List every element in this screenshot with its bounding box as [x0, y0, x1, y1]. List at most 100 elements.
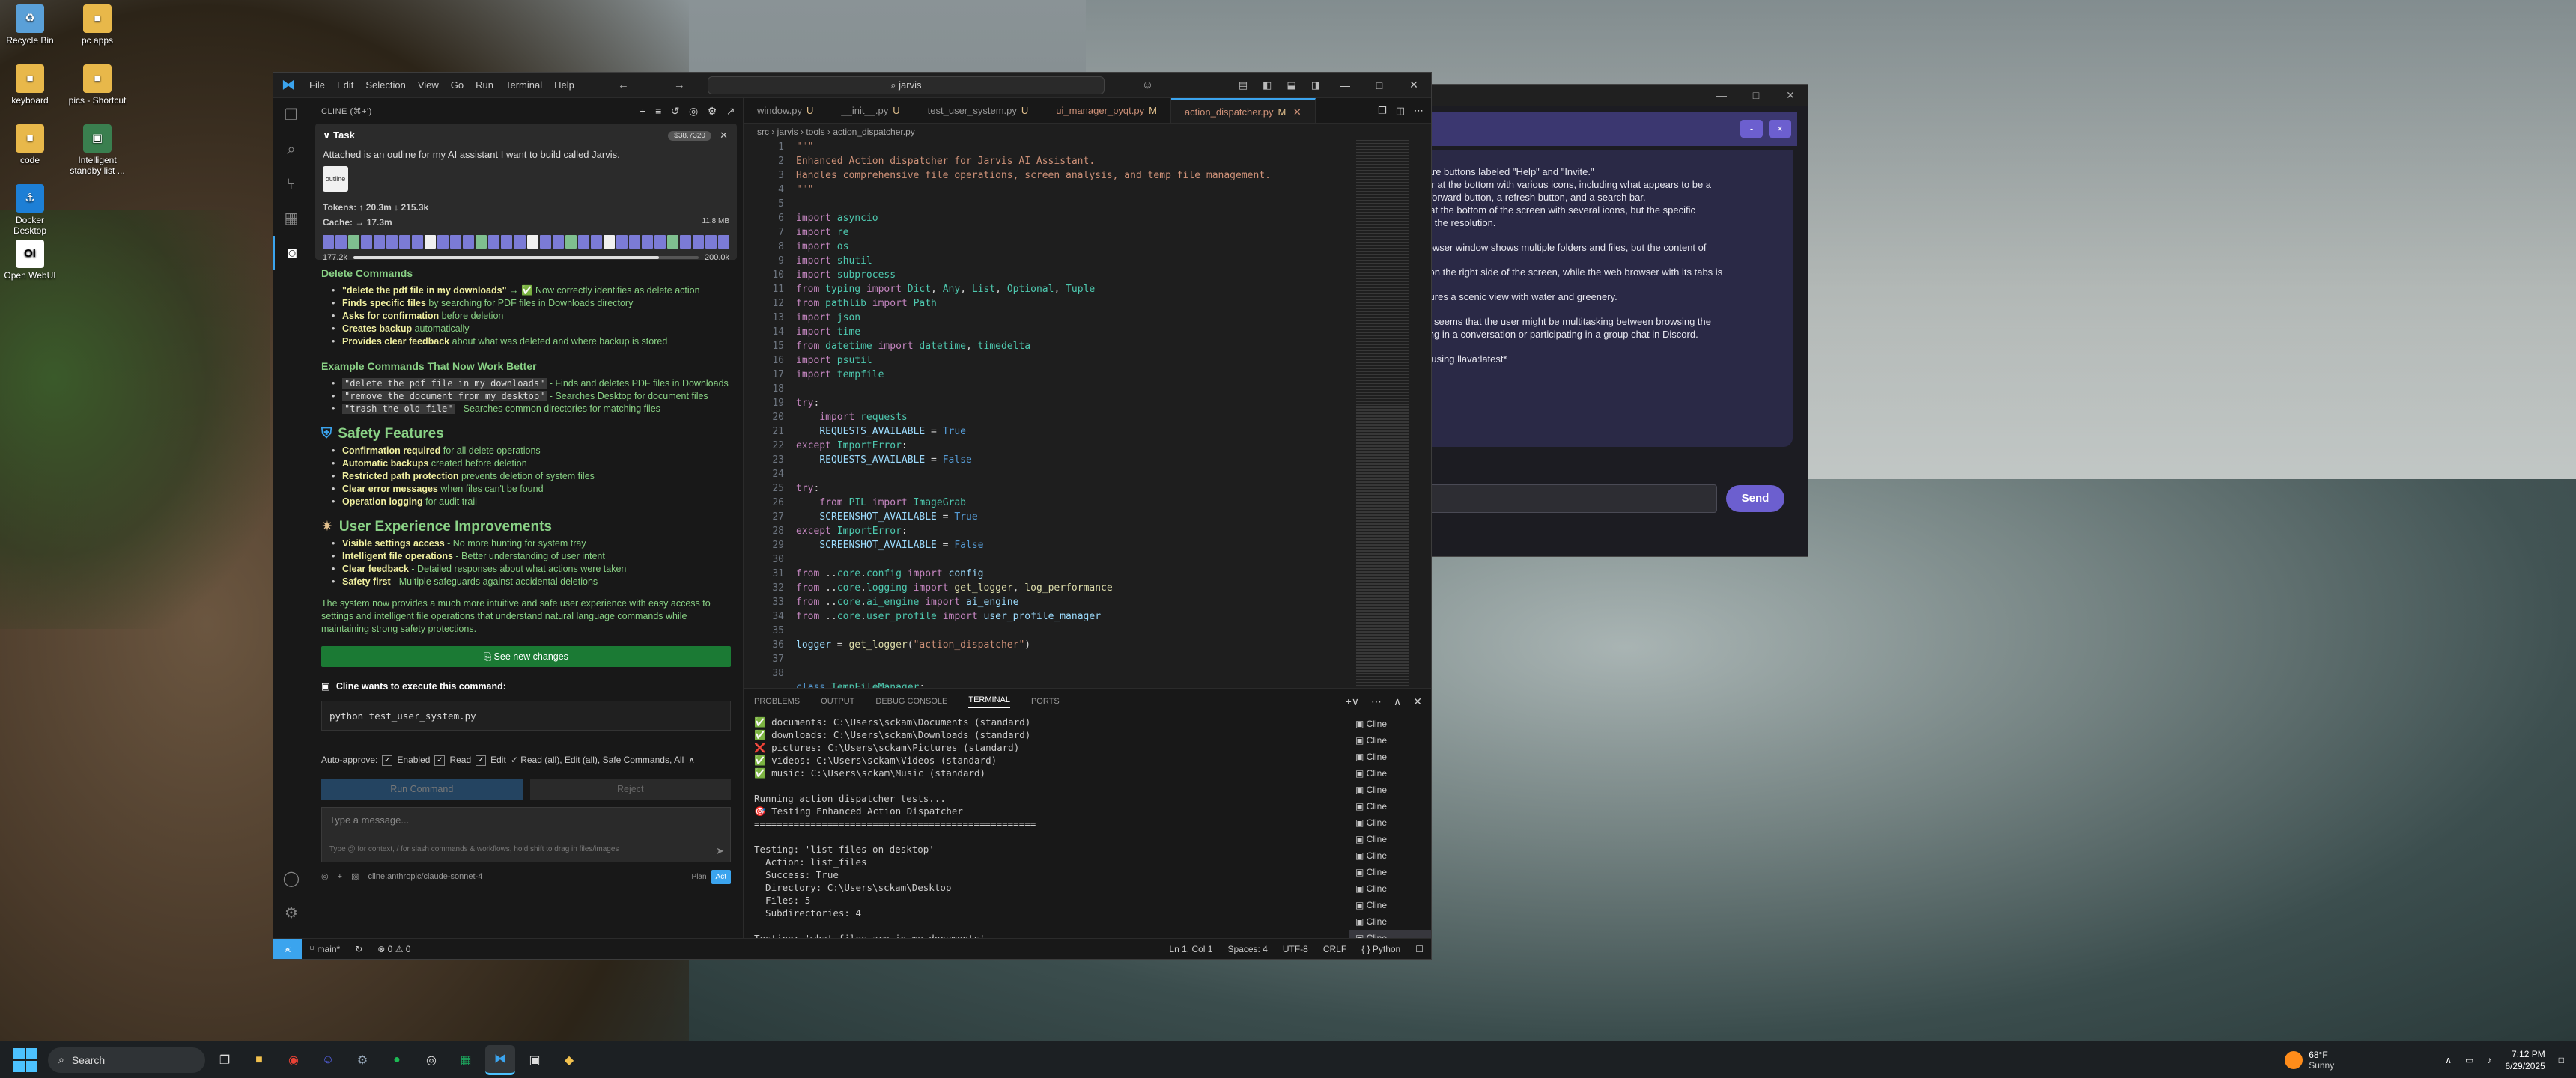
desktop-icon[interactable]: OI Open WebUI — [0, 240, 60, 281]
indent-status[interactable]: Spaces: 4 — [1220, 944, 1275, 954]
terminal-output[interactable]: ✅ documents: C:\Users\sckam\Documents (s… — [754, 716, 1341, 938]
desktop-icon[interactable]: ▣ Intelligent standby list ... — [67, 124, 127, 176]
gear-icon[interactable]: ⚙ — [273, 896, 309, 931]
weather-widget[interactable]: 68°F Sunny — [2285, 1050, 2334, 1071]
terminal-instance[interactable]: ▣ Cline — [1349, 847, 1431, 864]
send-button[interactable]: Send — [1726, 485, 1784, 512]
editor-tab[interactable]: __init__.py U — [827, 98, 914, 123]
minimap[interactable] — [1356, 140, 1409, 688]
at-icon[interactable]: ◎ — [321, 871, 329, 883]
attachment-thumbnail[interactable]: outline — [323, 166, 348, 192]
language-status[interactable]: { } Python — [1354, 944, 1408, 954]
toggle-sidebar-icon[interactable]: ◧ — [1255, 79, 1279, 91]
bell-icon[interactable]: ☐ — [1408, 944, 1431, 954]
source-control-icon[interactable]: ⑂ — [273, 167, 309, 201]
forward-arrow-icon[interactable]: → — [666, 79, 693, 91]
close-panel-icon[interactable]: ✕ — [1413, 695, 1422, 708]
terminal-instance[interactable]: ▣ Cline — [1349, 749, 1431, 765]
mcp-icon[interactable]: ≡ — [655, 105, 662, 118]
terminal-instance[interactable]: ▣ Cline — [1349, 798, 1431, 814]
branch-status[interactable]: ⑂ main* — [302, 944, 347, 954]
menu-selection[interactable]: Selection — [359, 79, 411, 91]
account-small-icon[interactable]: ◎ — [689, 105, 699, 118]
menu-help[interactable]: Help — [548, 79, 580, 91]
plan-toggle[interactable]: Plan — [687, 870, 711, 884]
tab-problems[interactable]: PROBLEMS — [754, 697, 800, 706]
model-selector[interactable]: cline:anthropic/claude-sonnet-4 — [368, 871, 482, 883]
notifications-icon[interactable]: □ — [2559, 1055, 2564, 1065]
excel-icon[interactable]: ▦ — [451, 1045, 481, 1075]
editor-tab[interactable]: test_user_system.py U — [914, 98, 1043, 123]
plus-icon[interactable]: + — [640, 105, 646, 118]
search-icon[interactable]: ⌕ — [273, 133, 309, 167]
layout-icon[interactable]: ▤ — [1231, 79, 1255, 91]
desktop-icon[interactable]: ■ code — [0, 124, 60, 165]
remote-icon[interactable]: ⪤ — [273, 938, 302, 959]
terminal-instance[interactable]: ▣ Cline — [1349, 782, 1431, 798]
menu-edit[interactable]: Edit — [331, 79, 359, 91]
send-icon[interactable]: ➤ — [716, 844, 724, 857]
code-editor[interactable]: 1 2 3 4 5 6 7 8 9 10 11 12 13 14 15 16 1… — [744, 140, 1356, 688]
chat-input[interactable] — [1390, 484, 1717, 513]
chrome-icon[interactable]: ◉ — [279, 1045, 309, 1075]
account-icon[interactable]: ◯ — [273, 862, 309, 896]
see-new-changes-button[interactable]: ⎘ See new changes — [321, 646, 731, 667]
close-icon[interactable]: ✕ — [720, 130, 728, 141]
tab-debug-console[interactable]: DEBUG CONSOLE — [875, 697, 947, 706]
clock[interactable]: 7:12 PM 6/29/2025 — [2505, 1048, 2545, 1072]
menu-go[interactable]: Go — [445, 79, 470, 91]
extensions-icon[interactable]: ▦ — [273, 201, 309, 236]
edit-checkbox[interactable]: ✓ — [476, 755, 487, 766]
discord-icon[interactable]: ☺ — [313, 1045, 343, 1075]
eol-status[interactable]: CRLF — [1316, 944, 1354, 954]
terminal-instance[interactable]: ▣ Cline — [1349, 732, 1431, 749]
copilot-icon[interactable]: ☺ — [1134, 79, 1161, 91]
github-icon[interactable]: ◎ — [416, 1045, 446, 1075]
tab-terminal[interactable]: TERMINAL — [968, 695, 1010, 708]
toggle-secondary-icon[interactable]: ◨ — [1304, 79, 1328, 91]
tab-output[interactable]: OUTPUT — [821, 697, 854, 706]
cline-icon[interactable]: ◙ — [273, 236, 309, 270]
history-icon[interactable]: ↺ — [671, 105, 680, 118]
volume-icon[interactable]: ♪ — [2487, 1055, 2491, 1065]
chevron-up-icon[interactable]: ∧ — [688, 754, 695, 767]
enabled-checkbox[interactable]: ✓ — [382, 755, 393, 766]
menu-view[interactable]: View — [412, 79, 445, 91]
back-arrow-icon[interactable]: ← — [610, 79, 637, 91]
read-checkbox[interactable]: ✓ — [434, 755, 446, 766]
tab-ports[interactable]: PORTS — [1031, 697, 1060, 706]
settings-small-icon[interactable]: ⚙ — [708, 105, 717, 118]
close-tab-icon[interactable]: ✕ — [1290, 106, 1301, 118]
menu-run[interactable]: Run — [470, 79, 499, 91]
desktop-icon[interactable]: ⚓ Docker Desktop — [0, 184, 60, 236]
terminal-instance[interactable]: ▣ Cline — [1349, 716, 1431, 732]
chat-maximize-button[interactable]: □ — [1739, 89, 1773, 101]
file-explorer-icon[interactable]: ■ — [244, 1045, 274, 1075]
vscode-maximize-button[interactable]: □ — [1362, 79, 1397, 91]
more-icon[interactable]: ⋯ — [1414, 105, 1424, 117]
command-center-search[interactable]: ⌕ jarvis — [707, 76, 1105, 94]
editor-tab[interactable]: window.py U — [744, 98, 828, 123]
vscode-close-button[interactable]: ✕ — [1397, 79, 1431, 91]
task-view-icon[interactable]: ❐ — [210, 1045, 240, 1075]
menu-terminal[interactable]: Terminal — [499, 79, 548, 91]
vscode-minimize-button[interactable]: — — [1328, 79, 1362, 91]
more-icon[interactable]: ⋯ — [1371, 695, 1382, 708]
chat-minimize-button[interactable]: — — [1704, 89, 1739, 101]
menu-file[interactable]: File — [303, 79, 331, 91]
terminal-instance[interactable]: ▣ Cline — [1349, 765, 1431, 782]
desktop-icon[interactable]: ■ pc apps — [67, 4, 127, 46]
message-input[interactable]: Type a message... Type @ for context, / … — [321, 807, 731, 862]
act-toggle[interactable]: Act — [711, 870, 731, 884]
cursor-position[interactable]: Ln 1, Col 1 — [1161, 944, 1220, 954]
taskbar-search[interactable]: ⌕ Search — [48, 1047, 205, 1073]
vscode-taskbar-icon[interactable]: ⧓ — [485, 1044, 515, 1075]
auto-approve-summary[interactable]: ✓ Read (all), Edit (all), Safe Commands,… — [511, 754, 684, 767]
chevron-up-icon[interactable]: ∧ — [2445, 1055, 2452, 1065]
explorer-icon[interactable]: ❐ — [273, 98, 309, 133]
terminal-instance[interactable]: ▣ Cline — [1349, 864, 1431, 880]
chat-close-pane-button[interactable]: × — [1769, 120, 1791, 138]
terminal-instance[interactable]: ▣ Cline — [1349, 897, 1431, 913]
breadcrumb[interactable]: src › jarvis › tools › action_dispatcher… — [744, 124, 1431, 140]
steam-icon[interactable]: ⚙ — [347, 1045, 377, 1075]
